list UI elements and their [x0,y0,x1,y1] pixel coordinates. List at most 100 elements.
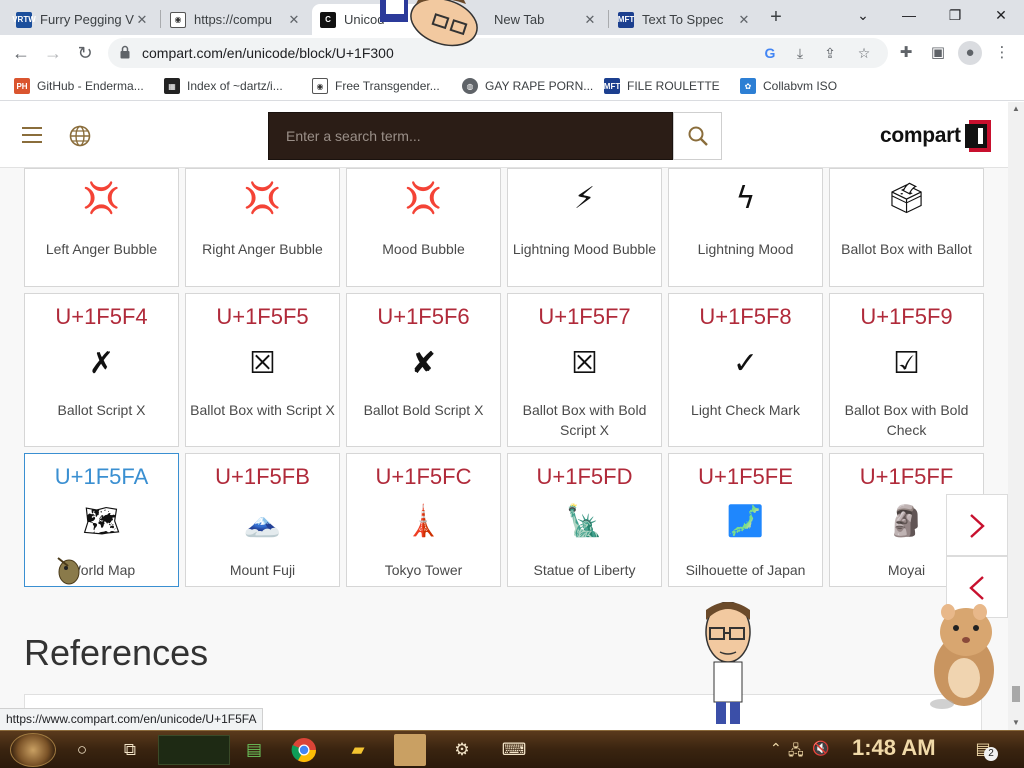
char-cell[interactable]: 🗳 Ballot Box with Ballot [829,168,984,287]
bookmark-file-roulette[interactable]: MFT FILE ROULETTE [604,77,720,95]
char-cell[interactable]: U+1F5F5 ☒ Ballot Box with Script X [185,293,340,447]
address-bar[interactable]: compart.com/en/unicode/block/U+1F300 G ⤓… [108,38,888,68]
next-button[interactable] [946,494,1008,556]
char-cell[interactable]: 💢 Mood Bubble [346,168,501,287]
collabvm-icon: ✿ [740,78,756,94]
taskbar-clock[interactable]: 1:48 AM [852,735,936,761]
start-button[interactable] [10,733,56,767]
char-cell[interactable]: U+1F5F4 ✗ Ballot Script X [24,293,179,447]
character-glyph: 🗾 [726,504,765,539]
scroll-up-icon[interactable]: ▲ [1008,102,1024,116]
back-arrow-icon[interactable]: ← [6,38,36,68]
tab-1[interactable]: VRTW Furry Pegging V ✕ [8,4,158,35]
cartoon-head-sticker [380,0,478,47]
new-tab-button[interactable]: + [762,4,790,32]
profile-avatar-icon[interactable]: ● [958,41,982,65]
task-view-icon[interactable]: ⧉ [114,734,146,766]
bookmark-label: Index of ~dartz/i... [187,79,283,93]
tab-4[interactable]: New Tab ✕ [466,4,606,35]
notes-app-icon[interactable]: ▤ [238,734,270,766]
install-app-icon[interactable]: ⤓ [790,43,810,63]
character-glyph: 💢 [404,181,443,216]
char-cell[interactable]: U+1F5F6 ✘ Ballot Bold Script X [346,293,501,447]
vertical-scrollbar[interactable]: ▲ ▼ [1008,102,1024,730]
tab-2[interactable]: ◉ https://compu ✕ [162,4,310,35]
char-cell[interactable]: U+1F5F8 ✓ Light Check Mark [668,293,823,447]
character-glyph: 🗺 [82,504,121,539]
close-icon[interactable]: ✕ [736,12,752,28]
cortana-circle-icon[interactable]: ○ [66,734,98,766]
hamburger-menu-icon[interactable] [22,127,42,143]
forward-arrow-icon[interactable]: → [38,38,68,68]
tab-title: Furry Pegging V [40,12,134,27]
bookmark-globe[interactable]: ◍ GAY RAPE PORN... [462,77,593,95]
char-cell[interactable]: U+1F5F7 ☒ Ballot Box with Bold Script X [507,293,662,447]
chrome-logo-icon [291,738,316,763]
char-cell[interactable]: ⚡ Lightning Mood Bubble [507,168,662,287]
scroll-down-icon[interactable]: ▼ [1008,716,1024,730]
scrollbar-thumb[interactable] [1012,686,1020,702]
site-header: compart [0,102,1008,168]
tab-search-chevron-icon[interactable]: ⌄ [840,0,886,30]
close-icon[interactable]: ✕ [286,12,302,28]
character-name: World Map [67,562,136,578]
tab-title: New Tab [494,12,545,27]
char-cell[interactable]: 💢 Left Anger Bubble [24,168,179,287]
share-icon[interactable]: ⇪ [820,43,840,63]
compart-logo[interactable]: compart [880,120,993,152]
tab-divider [608,10,609,28]
minimize-button[interactable]: — [886,0,932,30]
search-button[interactable] [673,112,722,160]
char-cell[interactable]: ϟ Lightning Mood [668,168,823,287]
tray-chevron-icon[interactable]: ⌃ [770,740,782,757]
bookmark-label: GAY RAPE PORN... [485,79,594,93]
game-app-icon[interactable] [394,734,426,766]
url-text[interactable]: compart.com/en/unicode/block/U+1F300 [142,38,394,68]
character-glyph: ϟ [735,181,756,216]
bookmark-github[interactable]: PH GitHub - Enderma... [14,77,144,95]
globe-icon: ◉ [170,11,186,28]
character-glyph: ☒ [249,346,276,381]
char-cell[interactable]: U+1F5FE 🗾 Silhouette of Japan [668,453,823,587]
bookmark-star-icon[interactable]: ☆ [854,43,874,63]
bookmark-collabvm[interactable]: ✿ Collabvm ISO [740,77,837,95]
volume-muted-icon[interactable]: 🔇 [812,740,829,757]
globe-icon: ◉ [312,78,328,94]
google-icon[interactable]: G [760,43,780,63]
bookmark-label: GitHub - Enderma... [37,79,144,93]
codepoint-label: U+1F5FA [54,464,149,489]
settings-gear-icon[interactable]: ⚙ [446,734,478,766]
search-input[interactable] [269,113,672,159]
char-cell[interactable]: U+1F5FC 🗼 Tokyo Tower [346,453,501,587]
char-cell[interactable]: 💢 Right Anger Bubble [185,168,340,287]
character-name: Silhouette of Japan [685,562,806,578]
tab-5[interactable]: MFT Text To Sppec ✕ [610,4,760,35]
bookmark-label: FILE ROULETTE [627,79,720,93]
file-explorer-icon[interactable]: ▰ [342,734,374,766]
character-name: Ballot Box with Ballot [841,241,972,257]
char-cell[interactable]: U+1F5FB 🗻 Mount Fuji [185,453,340,587]
globe-icon[interactable] [69,125,91,147]
reload-icon[interactable]: ↻ [70,38,100,68]
logo-text: compart [880,124,961,147]
close-icon[interactable]: ✕ [582,12,598,28]
close-window-button[interactable]: ✕ [978,0,1024,30]
character-name: Mood Bubble [382,241,465,257]
taskbar-search[interactable] [158,735,230,765]
restore-button[interactable]: ❐ [932,0,978,30]
lock-icon[interactable] [120,45,130,59]
chrome-icon[interactable] [288,734,320,766]
terminal-app-icon[interactable]: ⌨ [498,734,530,766]
side-panel-icon[interactable]: ▣ [926,41,950,65]
close-icon[interactable]: ✕ [134,12,150,28]
network-icon[interactable]: 🖧 [788,740,804,764]
char-cell[interactable]: U+1F5F9 ☑ Ballot Box with Bold Check [829,293,984,447]
bookmark-free[interactable]: ◉ Free Transgender... [312,77,440,95]
character-glyph: 💢 [243,181,282,216]
bookmark-dartz[interactable]: ▦ Index of ~dartz/i... [164,77,283,95]
search-field[interactable] [268,112,673,160]
extensions-puzzle-icon[interactable]: ✚ [894,41,918,65]
char-cell[interactable]: U+1F5FD 🗽 Statue of Liberty [507,453,662,587]
char-cell-selected[interactable]: U+1F5FA 🗺 World Map [24,453,179,587]
menu-kebab-icon[interactable]: ⋮ [990,41,1014,65]
